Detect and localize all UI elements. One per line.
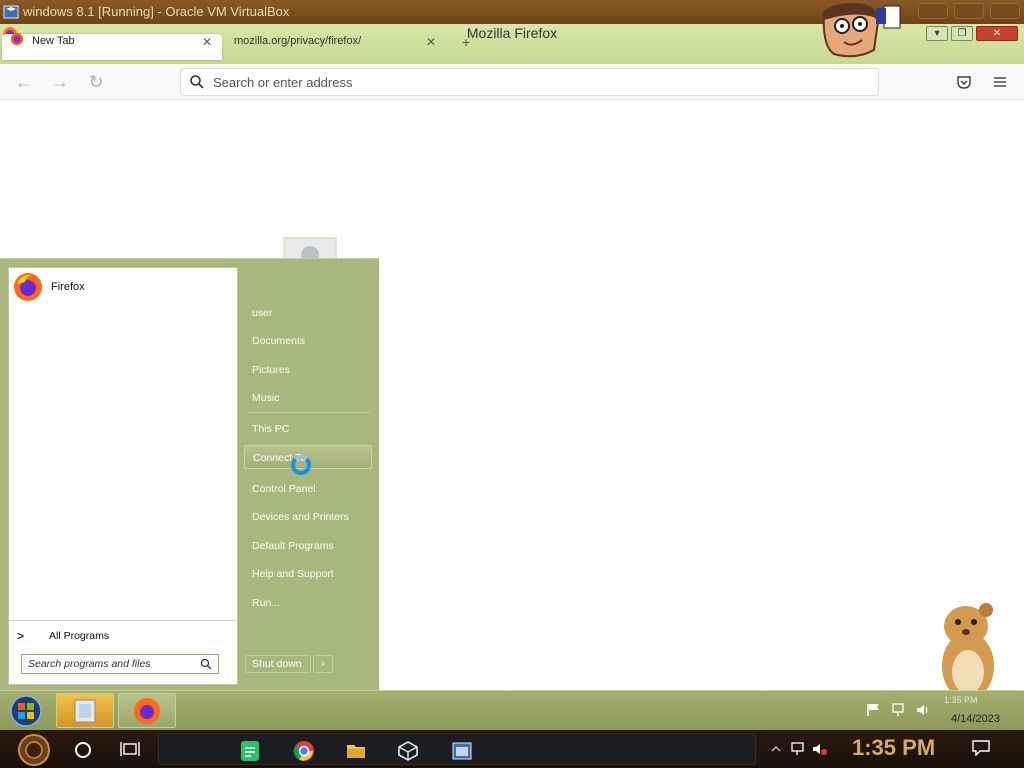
tab-new-tab[interactable]: New Tab ✕ — [2, 32, 222, 60]
start-search-box[interactable] — [21, 654, 219, 674]
start-search-input[interactable] — [28, 657, 188, 671]
start-item-run[interactable]: Run... — [244, 591, 372, 615]
virtualbox-icon — [3, 5, 19, 19]
menu-icon[interactable] — [990, 72, 1010, 92]
virtualbox-app-icon[interactable] — [397, 740, 419, 762]
virtualbox-title: windows 8.1 [Running] - Oracle VM Virtua… — [23, 4, 290, 19]
show-hidden-icons-icon[interactable] — [768, 742, 784, 756]
notifications-icon[interactable] — [972, 740, 990, 756]
tab-label: mozilla.org/privacy/firefox/ — [234, 35, 362, 47]
all-programs-button[interactable]: > All Programs — [9, 620, 237, 650]
start-item-default-programs[interactable]: Default Programs — [244, 534, 372, 558]
address-bar[interactable] — [180, 68, 879, 96]
navigation-toolbar: ← → ↻ — [0, 64, 1024, 100]
explorer-icon — [74, 699, 96, 723]
vbox-maximize-button[interactable] — [954, 3, 984, 19]
steampunk-start-icon[interactable] — [14, 733, 54, 767]
flag-icon[interactable] — [866, 703, 882, 717]
notes-app-icon[interactable] — [239, 740, 261, 762]
start-item-control-panel[interactable]: Control Panel — [244, 477, 372, 501]
guest-taskbar: 1:35 PM 4/14/2023 — [0, 690, 1024, 730]
start-item-firefox[interactable]: Firefox — [13, 272, 233, 302]
shutdown-options-icon[interactable]: › — [313, 655, 333, 673]
host-clock[interactable]: 1:35 PM — [852, 735, 935, 761]
forward-icon[interactable]: → — [50, 72, 70, 92]
vbox-minimize-button[interactable] — [918, 3, 948, 19]
network-icon[interactable] — [790, 742, 806, 756]
file-explorer-icon[interactable] — [345, 740, 367, 762]
guest-clock-date[interactable]: 4/14/2023 — [951, 713, 1000, 725]
vbox-close-button[interactable] — [990, 3, 1020, 19]
start-item-label: Firefox — [51, 281, 85, 293]
firefox-icon — [10, 32, 24, 46]
restore-button[interactable]: ❐ — [951, 26, 973, 41]
nerd-mascot-image — [822, 3, 901, 58]
busy-cursor-icon — [291, 455, 311, 475]
start-item-documents[interactable]: Documents — [244, 329, 372, 353]
host-taskbar: 1:35 PM — [0, 730, 1024, 768]
network-icon[interactable] — [891, 703, 907, 717]
start-orb-icon[interactable] — [8, 695, 44, 727]
screen: windows 8.1 [Running] - Oracle VM Virtua… — [0, 0, 1024, 768]
volume-muted-icon[interactable] — [812, 742, 828, 756]
firefox-icon — [14, 273, 42, 301]
start-menu-programs-pane: Firefox > All Programs — [8, 267, 238, 685]
taskbar-explorer-button[interactable] — [56, 693, 114, 728]
start-item-user[interactable]: user — [244, 301, 372, 325]
task-view-icon[interactable] — [120, 741, 140, 757]
all-programs-label: All Programs — [49, 630, 110, 642]
chevron-right-icon: > — [17, 629, 25, 643]
pinned-apps-dock — [158, 733, 756, 765]
taskbar-firefox-button[interactable] — [118, 693, 176, 728]
tab-label: New Tab — [32, 35, 75, 47]
new-tab-icon[interactable]: + — [462, 34, 470, 50]
close-window-button[interactable]: ✕ — [976, 26, 1018, 41]
guest-clock-time: 1:35 PM — [944, 695, 978, 705]
start-item-pictures[interactable]: Pictures — [244, 358, 372, 382]
minimize-button[interactable]: ▾ — [926, 26, 948, 41]
shutdown-button[interactable]: Shut down — [245, 655, 311, 673]
cortana-icon[interactable] — [75, 742, 91, 758]
pocket-icon[interactable] — [954, 72, 974, 92]
back-icon[interactable]: ← — [14, 72, 34, 92]
chrome-icon[interactable] — [293, 740, 315, 762]
start-item-this-pc[interactable]: This PC — [244, 417, 372, 441]
close-tab-icon[interactable]: ✕ — [202, 35, 212, 49]
start-item-music[interactable]: Music — [244, 386, 372, 410]
vm-window-icon[interactable] — [451, 740, 473, 762]
volume-icon[interactable] — [915, 703, 931, 717]
start-menu-divider — [248, 412, 370, 413]
url-input[interactable] — [213, 73, 813, 91]
search-icon[interactable] — [200, 658, 212, 670]
firefox-icon — [134, 698, 160, 724]
start-item-devices-printers[interactable]: Devices and Printers — [244, 505, 372, 529]
search-icon — [190, 75, 204, 89]
start-item-help-support[interactable]: Help and Support — [244, 562, 372, 586]
start-menu: Firefox > All Programs user Documents Pi… — [0, 258, 379, 690]
reload-icon[interactable]: ↻ — [86, 72, 106, 92]
tab-mozilla-privacy[interactable]: mozilla.org/privacy/firefox/ ✕ — [226, 34, 446, 60]
close-tab-icon[interactable]: ✕ — [426, 35, 436, 49]
